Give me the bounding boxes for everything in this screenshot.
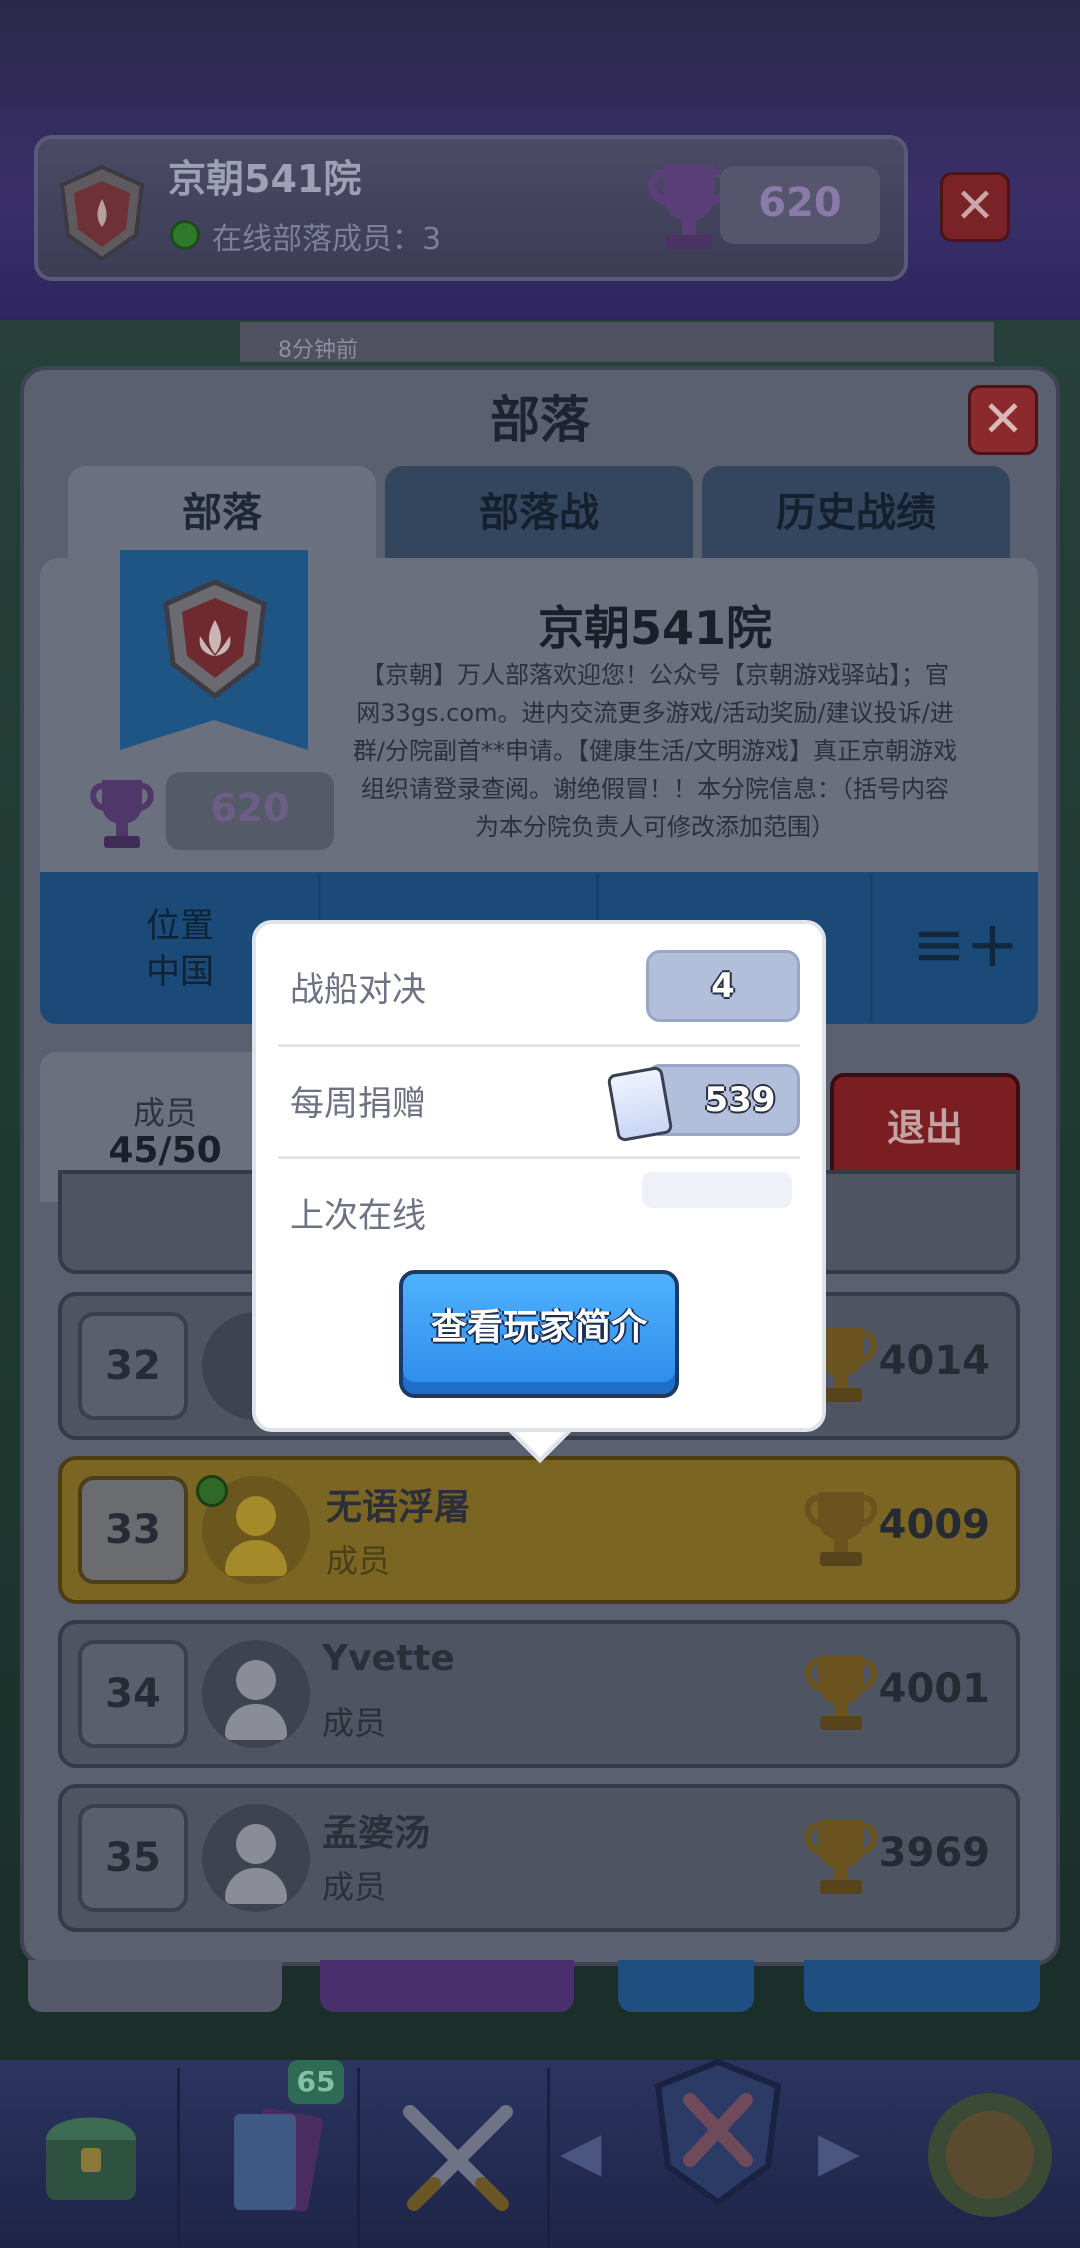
- member-role: 成员: [322, 1704, 387, 1742]
- popup-label-boat-battle: 战船对决: [290, 970, 426, 1010]
- clan-nav-icon[interactable]: [650, 2056, 786, 2206]
- header-clan-name: 京朝541院: [168, 157, 362, 201]
- view-profile-button[interactable]: 查看玩家简介: [399, 1270, 679, 1398]
- member-rank: 35: [78, 1804, 188, 1912]
- card-icon: [606, 1065, 674, 1143]
- member-name: Yvette: [322, 1638, 455, 1679]
- donations-value: 539: [704, 1080, 776, 1120]
- purple-trophy-icon: [90, 780, 154, 848]
- bottom-button[interactable]: [320, 1960, 574, 2012]
- stat-divider: [870, 874, 873, 1022]
- member-name: 孟婆汤: [322, 1813, 431, 1854]
- member-trophies: 4001: [878, 1666, 990, 1712]
- header-trophy-count: 620: [758, 180, 842, 226]
- chat-button[interactable]: [804, 1960, 1040, 2012]
- clan-description: 【京朝】万人部落欢迎您！公众号【京朝游戏驿站】；官网33gs.com。进内交流更…: [352, 661, 958, 841]
- header-close-button[interactable]: ✕: [940, 172, 1010, 242]
- popup-divider: [278, 1044, 800, 1047]
- member-trophies: 4009: [878, 1502, 990, 1548]
- member-trophies: 4014: [878, 1338, 990, 1384]
- crossed-swords-icon: [403, 2105, 513, 2211]
- popup-label-last-online: 上次在线: [290, 1196, 426, 1236]
- leave-clan-button[interactable]: 退出: [830, 1073, 1020, 1185]
- online-status-icon: [170, 220, 200, 250]
- nav-next-arrow[interactable]: ▶: [818, 2120, 860, 2183]
- popup-label-weekly-donations: 每周捐赠: [290, 1084, 426, 1124]
- avatar-head: [236, 1496, 276, 1536]
- laurel-portrait-icon: [928, 2093, 1052, 2217]
- member-role: 成员: [326, 1542, 391, 1580]
- member-role: 成员: [322, 1868, 387, 1906]
- member-rank: 33: [78, 1476, 188, 1584]
- boat-battle-value: 4: [711, 966, 735, 1006]
- tab-clan[interactable]: 部落: [68, 466, 376, 564]
- cards-icon: [234, 2108, 323, 2212]
- chat-timestamp: 8分钟前: [240, 322, 994, 363]
- online-status-icon: [196, 1475, 228, 1507]
- avatar-head: [236, 1660, 276, 1700]
- member-trophies: 3969: [878, 1830, 990, 1876]
- member-name: 无语浮屠: [326, 1487, 471, 1528]
- chest-icon: [46, 2117, 136, 2200]
- clan-badge-icon: [59, 164, 145, 262]
- last-online-value: [642, 1172, 792, 1208]
- tab-war-history[interactable]: 历史战绩: [702, 466, 1010, 564]
- bottom-button[interactable]: [28, 1960, 282, 2012]
- panel-close-button[interactable]: ✕: [968, 385, 1038, 455]
- cards-badge: 65: [288, 2060, 344, 2104]
- nav-prev-arrow[interactable]: ◀: [560, 2120, 602, 2183]
- clan-trophy-count: 620: [210, 786, 290, 830]
- panel-title: 部落: [490, 391, 590, 449]
- avatar-head: [236, 1824, 276, 1864]
- popup-divider: [278, 1156, 800, 1159]
- clan-menu-icon[interactable]: ≡+: [912, 913, 1019, 985]
- clan-badge-icon: [163, 579, 267, 700]
- chat-button[interactable]: [618, 1960, 754, 2012]
- tab-clan-war[interactable]: 部落战: [385, 466, 693, 564]
- member-rank: 32: [78, 1312, 188, 1420]
- online-members-text: 在线部落成员：3: [212, 222, 442, 257]
- member-rank: 34: [78, 1640, 188, 1748]
- clan-name: 京朝541院: [537, 601, 773, 655]
